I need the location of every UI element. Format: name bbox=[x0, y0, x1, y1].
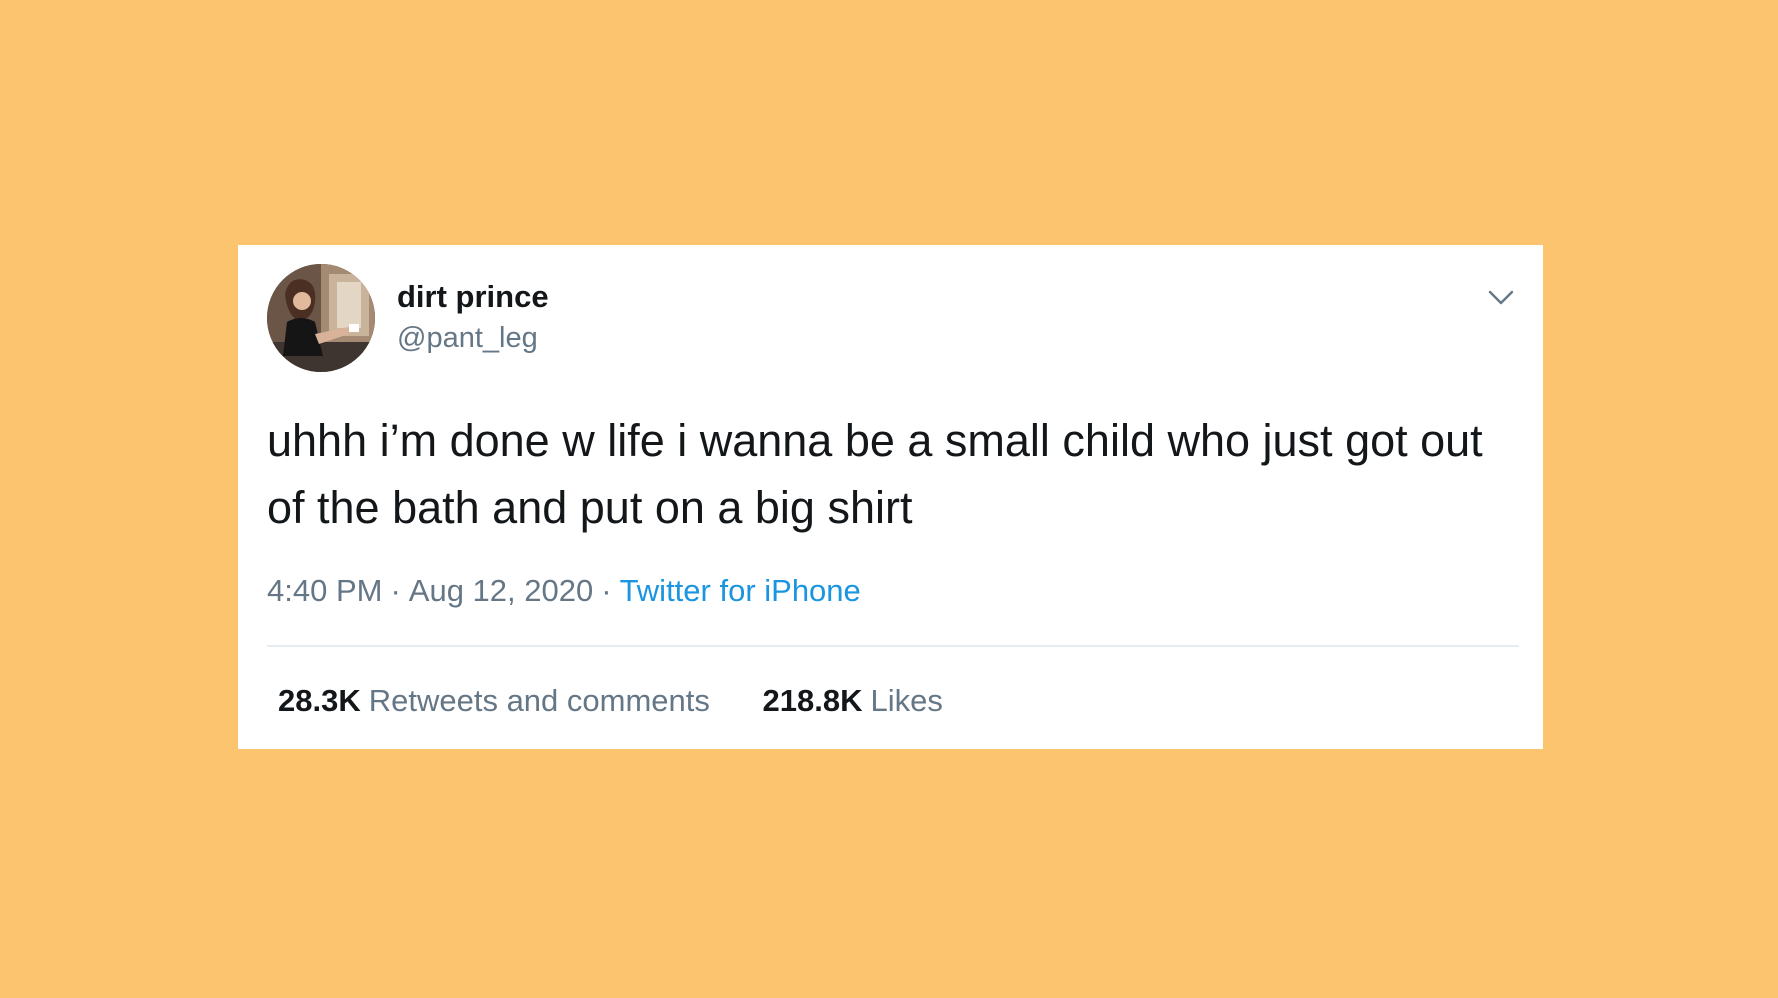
display-name[interactable]: dirt prince bbox=[397, 279, 549, 315]
tweet-time[interactable]: 4:40 PM bbox=[267, 573, 382, 608]
retweets-count: 28.3K bbox=[278, 683, 361, 718]
likes-count: 218.8K bbox=[762, 683, 863, 718]
tweet-date[interactable]: Aug 12, 2020 bbox=[409, 573, 593, 608]
avatar-photo bbox=[267, 264, 375, 372]
avatar[interactable] bbox=[267, 264, 375, 372]
retweets-label: Retweets and comments bbox=[368, 683, 710, 718]
tweet-text: uhhh i’m done w life i wanna be a small … bbox=[267, 415, 1483, 533]
divider bbox=[267, 645, 1519, 647]
likes-stat[interactable]: 218.8K Likes bbox=[763, 681, 943, 721]
likes-label: Likes bbox=[870, 683, 943, 718]
retweets-stat[interactable]: 28.3K Retweets and comments bbox=[278, 681, 710, 721]
meta-separator: · bbox=[601, 573, 612, 608]
tweet-card: dirt prince @pant_leg uhhh i’m done w li… bbox=[238, 245, 1543, 749]
tweet-source-link[interactable]: Twitter for iPhone bbox=[620, 573, 861, 608]
chevron-down-icon[interactable] bbox=[1485, 281, 1517, 313]
meta-separator: · bbox=[390, 573, 401, 608]
tweet-stats: 28.3K Retweets and comments 218.8K Likes bbox=[278, 681, 943, 721]
tweet-meta: 4:40 PM · Aug 12, 2020 · Twitter for iPhone bbox=[267, 571, 861, 611]
user-handle[interactable]: @pant_leg bbox=[397, 321, 538, 355]
